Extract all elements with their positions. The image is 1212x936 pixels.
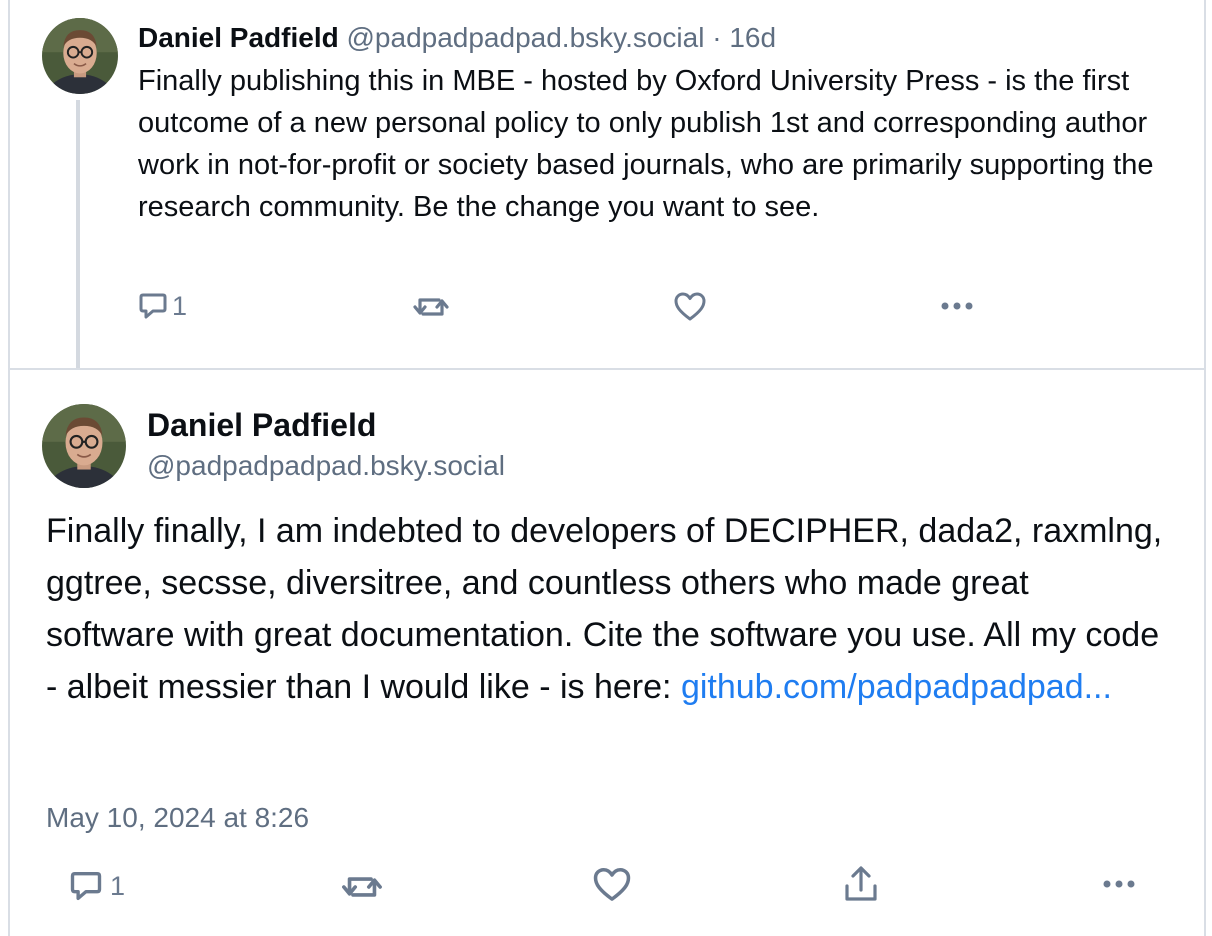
author-name[interactable]: Daniel Padfield	[138, 22, 339, 53]
share-button[interactable]	[842, 864, 880, 904]
post-timestamp: May 10, 2024 at 8:26	[46, 802, 310, 833]
repost-button[interactable]	[412, 292, 450, 322]
reply-count: 1	[110, 870, 126, 901]
reply-count: 1	[172, 290, 188, 321]
avatar[interactable]	[42, 18, 118, 94]
heart-icon	[673, 291, 707, 323]
avatar[interactable]	[42, 404, 126, 488]
repost-button[interactable]	[339, 870, 385, 904]
post-age[interactable]: 16d	[729, 22, 776, 53]
reply-button[interactable]: 1	[138, 290, 187, 322]
post-divider	[8, 368, 1206, 370]
more-options-button[interactable]	[1101, 874, 1139, 894]
author-handle[interactable]: @padpadpadpad.bsky.social	[347, 22, 705, 53]
separator-dot: ·	[712, 22, 722, 53]
more-icon	[1101, 874, 1139, 894]
post-text: Finally finally, I am indebted to develo…	[46, 505, 1166, 713]
repost-icon	[412, 292, 450, 322]
post-header: Daniel Padfield @padpadpadpad.bsky.socia…	[138, 20, 776, 56]
more-options-button[interactable]	[940, 296, 976, 316]
heart-icon	[592, 866, 632, 904]
reply-icon	[138, 290, 168, 322]
share-icon	[842, 864, 880, 904]
more-icon	[940, 296, 976, 316]
author-name[interactable]: Daniel Padfield	[147, 404, 376, 446]
reply-icon	[66, 868, 106, 904]
reply-button[interactable]: 1	[66, 868, 125, 904]
post-text: Finally publishing this in MBE - hosted …	[138, 65, 1154, 223]
author-handle[interactable]: @padpadpadpad.bsky.social	[147, 448, 505, 484]
repost-icon	[339, 870, 385, 904]
like-button[interactable]	[592, 866, 632, 904]
github-link[interactable]: github.com/padpadpadpad...	[681, 668, 1112, 706]
thread-connector-line	[76, 100, 80, 368]
like-button[interactable]	[673, 291, 707, 323]
